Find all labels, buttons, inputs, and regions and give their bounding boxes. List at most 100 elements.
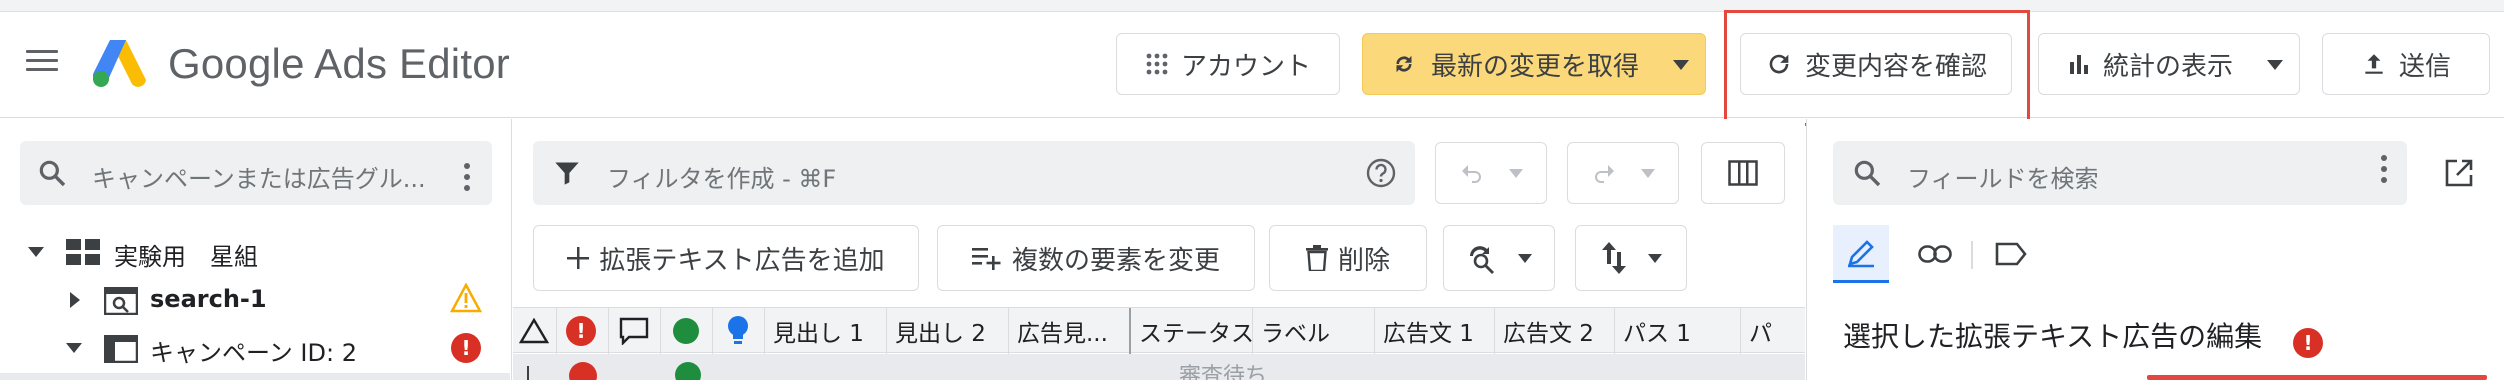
tree-item-search-1[interactable]: search-1 bbox=[0, 277, 500, 323]
account-label: アカウント bbox=[1180, 51, 1311, 82]
find-replace-button[interactable] bbox=[1443, 225, 1555, 291]
more-options-icon[interactable] bbox=[464, 163, 470, 196]
column-label: ステータス bbox=[1139, 321, 1253, 347]
undo-button[interactable] bbox=[1435, 142, 1547, 204]
help-icon[interactable] bbox=[1365, 157, 1397, 189]
col-description-1[interactable]: 広告文 1 bbox=[1375, 308, 1495, 354]
tab-labels[interactable] bbox=[1983, 225, 2039, 283]
review-changes-label: 変更内容を確認 bbox=[1804, 51, 1987, 82]
redo-button[interactable] bbox=[1567, 142, 1679, 204]
delete-label: 削除 bbox=[1337, 245, 1390, 276]
col-warning-header[interactable] bbox=[513, 308, 557, 354]
campaign-icon bbox=[104, 335, 138, 363]
error-icon: ! bbox=[451, 333, 481, 363]
column-label: パス 1 bbox=[1623, 321, 1691, 347]
upload-icon bbox=[2365, 54, 2383, 74]
top-bar: Google Ads Editor アカウント 最新の変更を取得 変更内容を確認… bbox=[0, 0, 2504, 126]
fetch-changes-label: 最新の変更を取得 bbox=[1431, 51, 1640, 82]
col-path-1[interactable]: パス 1 bbox=[1615, 308, 1741, 354]
chevron-down-icon[interactable] bbox=[1648, 253, 1662, 263]
add-text-ad-button[interactable]: 拡張テキスト広告を追加 bbox=[533, 225, 919, 291]
col-status-header[interactable] bbox=[661, 308, 713, 354]
filter-input[interactable]: フィルタを作成 - ⌘F bbox=[533, 141, 1415, 205]
app-title: Google Ads Editor bbox=[168, 40, 510, 87]
data-grid-area: フィルタを作成 - ⌘F 拡張テキスト広告を追加 複数の要素を変更 削除 ! 見… bbox=[513, 119, 1805, 380]
chevron-down-icon[interactable] bbox=[1673, 60, 1689, 70]
chevron-down-icon[interactable] bbox=[1518, 253, 1532, 263]
row-marker bbox=[527, 366, 529, 380]
plus-icon bbox=[567, 247, 590, 269]
sync-icon bbox=[1396, 55, 1412, 73]
campaign-search-input[interactable]: キャンペーンまたは広告グル... bbox=[20, 141, 492, 205]
change-multiple-button[interactable]: 複数の要素を変更 bbox=[937, 225, 1255, 291]
pencil-icon bbox=[1848, 239, 1874, 267]
col-comment-header[interactable] bbox=[609, 308, 661, 354]
col-path-2[interactable]: パ bbox=[1741, 308, 1805, 354]
find-replace-icon bbox=[1470, 246, 1494, 274]
open-in-new-icon[interactable] bbox=[2443, 157, 2475, 189]
edit-title-text: 選択した拡張テキスト広告の編集 bbox=[1843, 320, 2263, 353]
fetch-changes-button[interactable]: 最新の変更を取得 bbox=[1362, 33, 1706, 95]
table-row[interactable]: 審査待ち bbox=[513, 354, 1805, 380]
tab-links[interactable] bbox=[1907, 225, 1963, 283]
col-label[interactable]: ラベル bbox=[1253, 308, 1375, 354]
account-tree-panel: キャンペーンまたは広告グル... 実験用 星組 search-1 キャンペーン … bbox=[0, 119, 512, 380]
expand-icon[interactable] bbox=[70, 292, 80, 308]
label-icon bbox=[1995, 242, 2027, 266]
undo-icon bbox=[1462, 165, 1481, 183]
tab-divider bbox=[1971, 241, 1973, 269]
account-button[interactable]: アカウント bbox=[1116, 33, 1340, 95]
tab-edit[interactable] bbox=[1833, 225, 1889, 283]
filter-icon bbox=[555, 162, 579, 185]
col-ad-headline[interactable]: 広告見... bbox=[1009, 308, 1131, 354]
bar-chart-icon bbox=[2070, 55, 2088, 74]
search-campaign-icon bbox=[104, 287, 138, 315]
change-multiple-label: 複数の要素を変更 bbox=[1011, 245, 1220, 276]
col-recommendation-header[interactable] bbox=[713, 308, 765, 354]
playlist-add-icon bbox=[971, 248, 1001, 270]
sort-button[interactable] bbox=[1575, 225, 1687, 291]
grid-header: ! 見出し 1 見出し 2 広告見... ステータス ラベル 広告文 1 広告文… bbox=[513, 307, 1805, 354]
column-label: 見出し 1 bbox=[773, 321, 864, 347]
column-label: 広告文 2 bbox=[1503, 321, 1594, 347]
redo-icon bbox=[1595, 165, 1614, 183]
send-button[interactable]: 送信 bbox=[2322, 33, 2490, 95]
column-label: ラベル bbox=[1261, 321, 1330, 347]
chevron-down-icon[interactable] bbox=[2267, 60, 2283, 70]
tree-item-account[interactable]: 実験用 星組 bbox=[0, 229, 500, 275]
view-stats-label: 統計の表示 bbox=[2103, 51, 2234, 82]
column-label: パ bbox=[1749, 321, 1772, 347]
review-changes-button[interactable]: 変更内容を確認 bbox=[1740, 33, 2012, 95]
collapse-icon[interactable] bbox=[28, 247, 44, 257]
view-stats-button[interactable]: 統計の表示 bbox=[2038, 33, 2300, 95]
tree-item-label: キャンペーン ID: 2 bbox=[150, 339, 357, 367]
tree-scroll-shadow bbox=[0, 373, 510, 380]
search-icon bbox=[39, 160, 66, 187]
field-search-input[interactable]: フィールドを検索 bbox=[1833, 141, 2407, 205]
chevron-down-icon[interactable] bbox=[1509, 168, 1523, 178]
edit-panel-title: 選択した拡張テキスト広告の編集 ! bbox=[1843, 315, 2324, 358]
col-status[interactable]: ステータス bbox=[1131, 308, 1253, 354]
send-label: 送信 bbox=[2398, 51, 2451, 82]
column-label: 見出し 2 bbox=[895, 321, 986, 347]
more-options-icon[interactable] bbox=[2381, 155, 2387, 188]
grid-icon bbox=[66, 239, 100, 265]
apps-grid-icon bbox=[1146, 53, 1168, 75]
filter-placeholder: フィルタを作成 - ⌘F bbox=[607, 165, 837, 193]
delete-button[interactable]: 削除 bbox=[1269, 225, 1427, 291]
refresh-icon bbox=[1769, 54, 1789, 74]
col-headline-1[interactable]: 見出し 1 bbox=[765, 308, 887, 354]
col-error-header[interactable]: ! bbox=[557, 308, 609, 354]
add-text-ad-label: 拡張テキスト広告を追加 bbox=[599, 245, 885, 276]
tree-item-campaign-2[interactable]: キャンペーン ID: 2 ! bbox=[0, 325, 500, 371]
col-description-2[interactable]: 広告文 2 bbox=[1495, 308, 1615, 354]
column-label: 広告見... bbox=[1017, 321, 1108, 347]
collapse-icon[interactable] bbox=[66, 343, 82, 353]
search-icon bbox=[1854, 160, 1881, 187]
chevron-down-icon[interactable] bbox=[1641, 168, 1655, 178]
columns-button[interactable] bbox=[1701, 142, 1785, 204]
menu-icon[interactable] bbox=[26, 50, 58, 74]
campaign-search-placeholder: キャンペーンまたは広告グル... bbox=[92, 165, 426, 193]
col-headline-2[interactable]: 見出し 2 bbox=[887, 308, 1009, 354]
column-label: 広告文 1 bbox=[1383, 321, 1474, 347]
